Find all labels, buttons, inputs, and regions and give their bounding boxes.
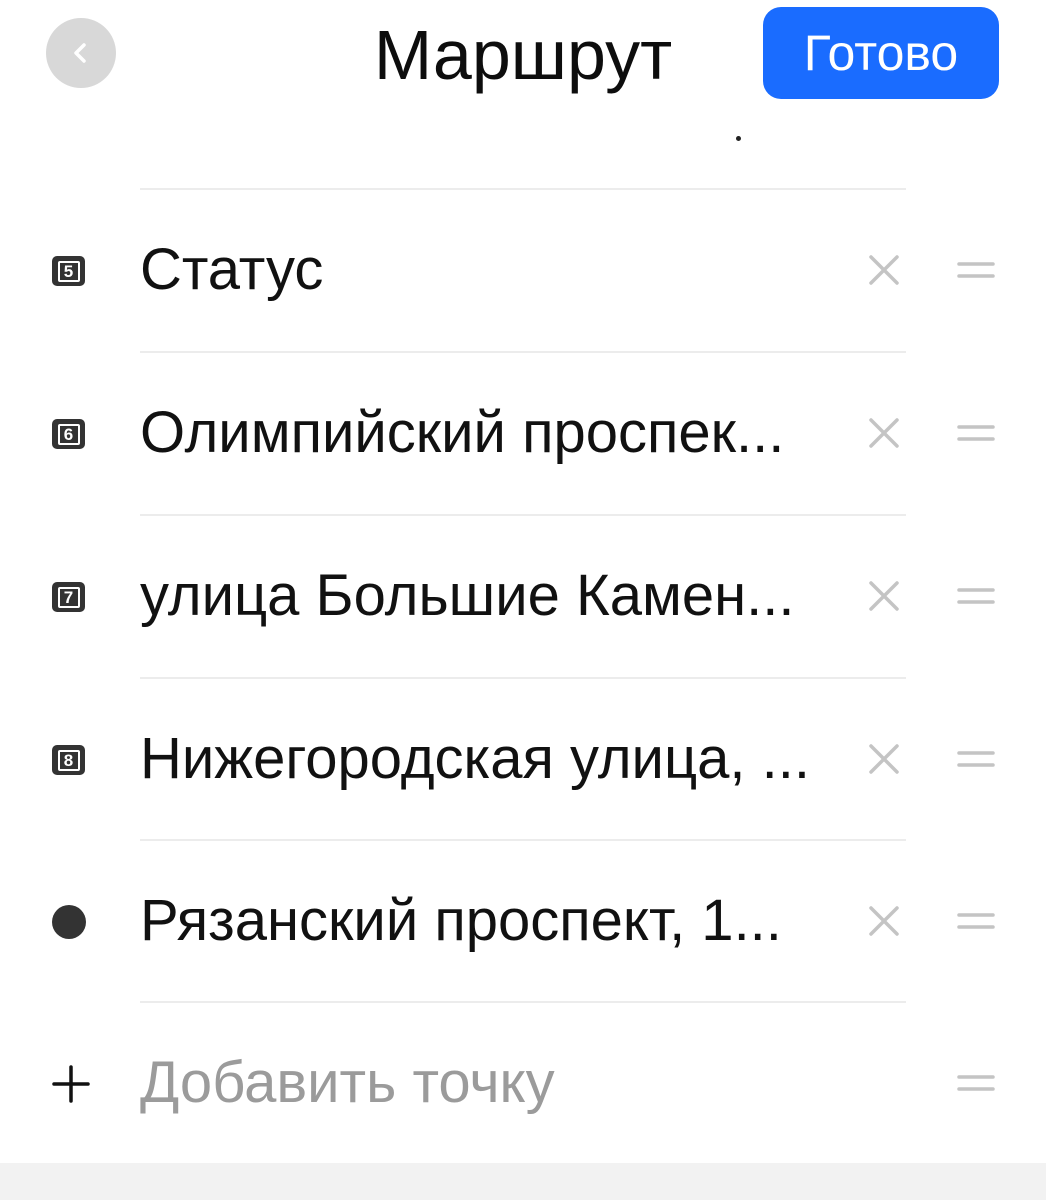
- route-point-number: 5: [57, 260, 80, 282]
- route-point-row[interactable]: 6 Олимпийский проспек...: [0, 353, 1046, 513]
- route-point-number-badge: 6: [52, 419, 85, 449]
- drag-handle-icon: [957, 1075, 995, 1091]
- route-point-label[interactable]: Нижегородская улица, ...: [140, 721, 840, 797]
- route-point-row[interactable]: 7 улица Большие Камен...: [0, 516, 1046, 676]
- route-point-number: 7: [57, 586, 80, 608]
- close-icon[interactable]: [862, 574, 906, 618]
- back-button[interactable]: [46, 18, 116, 88]
- close-icon[interactable]: [862, 248, 906, 292]
- add-point-button[interactable]: Добавить точку: [140, 1045, 555, 1121]
- route-point-number: 6: [57, 423, 80, 445]
- route-point-row[interactable]: 8 Нижегородская улица, ...: [0, 679, 1046, 839]
- scroll-artifact-dot: [736, 136, 741, 141]
- route-point-label[interactable]: Статус: [140, 232, 840, 308]
- chevron-left-icon: [74, 43, 86, 63]
- plus-icon[interactable]: [50, 1063, 92, 1105]
- drag-handle-icon[interactable]: [954, 899, 998, 943]
- route-destination-row[interactable]: Рязанский проспект, 1...: [0, 841, 1046, 1001]
- close-icon[interactable]: [862, 899, 906, 943]
- destination-dot-icon: [52, 905, 86, 939]
- add-point-row[interactable]: Добавить точку: [0, 1003, 1046, 1163]
- close-icon[interactable]: [862, 737, 906, 781]
- route-point-number-badge: 5: [52, 256, 85, 286]
- drag-handle-icon[interactable]: [954, 411, 998, 455]
- bottom-panel-edge: [0, 1163, 1046, 1200]
- drag-handle-icon[interactable]: [954, 574, 998, 618]
- route-point-number-badge: 8: [52, 745, 85, 775]
- drag-handle-icon[interactable]: [954, 737, 998, 781]
- route-point-number: 8: [57, 749, 80, 771]
- close-icon[interactable]: [862, 411, 906, 455]
- route-point-label[interactable]: улица Большие Камен...: [140, 558, 840, 634]
- route-point-row[interactable]: 5 Статус: [0, 190, 1046, 350]
- page-title: Маршрут: [373, 16, 673, 94]
- drag-handle-icon[interactable]: [954, 248, 998, 292]
- route-point-number-badge: 7: [52, 582, 85, 612]
- done-button[interactable]: Готово: [763, 7, 999, 99]
- route-point-label[interactable]: Рязанский проспект, 1...: [140, 883, 840, 959]
- route-point-label[interactable]: Олимпийский проспек...: [140, 395, 840, 471]
- header: Маршрут Готово: [0, 0, 1046, 112]
